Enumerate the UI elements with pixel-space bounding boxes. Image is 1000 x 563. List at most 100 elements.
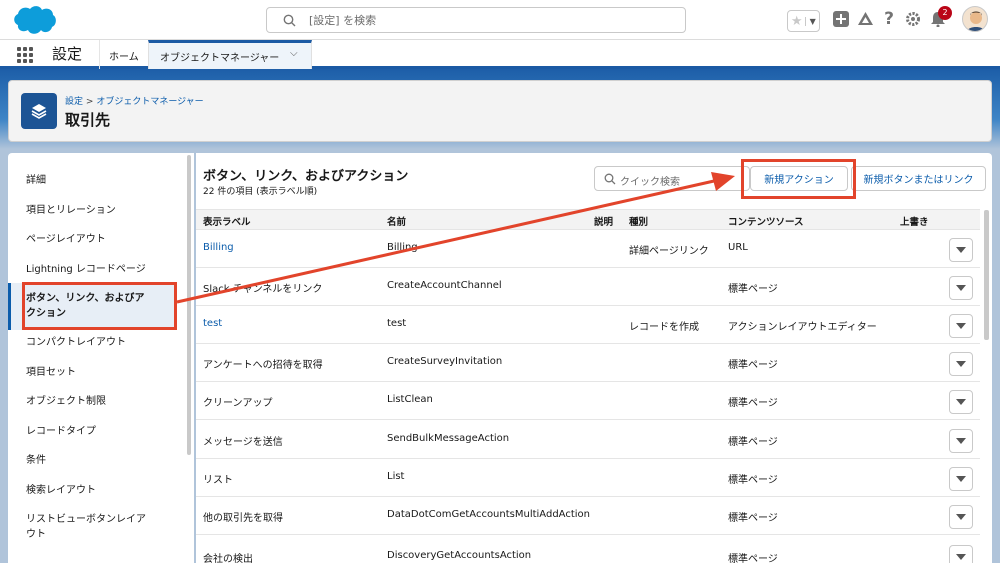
chevron-down-icon: [956, 476, 966, 482]
row-actions-menu-button[interactable]: [949, 314, 973, 338]
global-actions-add-icon[interactable]: [832, 10, 850, 28]
row-label: メッセージを送信: [203, 437, 283, 448]
column-header-override[interactable]: 上書き: [900, 214, 929, 228]
row-label: 他の取引先を取得: [203, 513, 283, 524]
row-content-source: URL: [728, 242, 748, 253]
sidebar-item-record-types[interactable]: レコードタイプ: [26, 424, 96, 439]
chevron-down-icon: [956, 323, 966, 329]
chevron-down-icon[interactable]: ▼: [805, 16, 819, 26]
row-actions-menu-button[interactable]: [949, 505, 973, 529]
search-icon: [604, 173, 616, 185]
table-row: 会社の検出 DiscoveryGetAccountsAction 標準ページ: [196, 535, 980, 563]
row-actions-menu-button[interactable]: [949, 545, 973, 563]
chevron-down-icon: [956, 399, 966, 405]
global-header: [設定] を検索 ★ ▼ ? 2: [0, 0, 1000, 40]
table-scrollbar[interactable]: [984, 210, 989, 340]
section-title: ボタン、リンク、およびアクション: [203, 169, 409, 184]
row-actions-menu-button[interactable]: [949, 467, 973, 491]
row-api-name: Billing: [387, 242, 418, 253]
highlight-sidebar-buttons-links-actions: [22, 282, 177, 330]
breadcrumb: 設定 > オブジェクトマネージャー: [65, 94, 204, 107]
row-api-name: DiscoveryGetAccountsAction: [387, 550, 532, 561]
chevron-down-icon: [956, 514, 966, 520]
table-row: Slack チャンネルをリンク CreateAccountChannel 標準ペ…: [196, 268, 980, 306]
table-row: Billing Billing 詳細ページリンク URL: [196, 230, 980, 268]
layers-icon: [21, 93, 57, 129]
chevron-down-icon: [956, 438, 966, 444]
row-content-source: 標準ページ: [728, 513, 778, 524]
sidebar-item-list-view-button-layout[interactable]: リストビューボタンレイア ウト: [26, 512, 166, 542]
row-label: リスト: [203, 475, 233, 486]
tab-home[interactable]: ホーム: [109, 48, 139, 63]
sidebar-item-search-layouts[interactable]: 検索レイアウト: [26, 483, 96, 498]
global-search-input[interactable]: [設定] を検索: [266, 7, 686, 33]
row-content-source: 標準ページ: [728, 284, 778, 295]
sidebar-item-fields-relationships[interactable]: 項目とリレーション: [26, 203, 116, 218]
table-row: クリーンアップ ListClean 標準ページ: [196, 382, 980, 420]
object-header: 設定 > オブジェクトマネージャー 取引先: [8, 80, 992, 142]
table-row: 他の取引先を取得 DataDotComGetAccountsMultiAddAc…: [196, 497, 980, 535]
sidebar-item-object-limits[interactable]: オブジェクト制限: [26, 394, 106, 409]
row-actions-menu-button[interactable]: [949, 429, 973, 453]
breadcrumb-separator: >: [85, 97, 94, 107]
column-header-label[interactable]: 表示ラベル: [203, 214, 251, 228]
trailhead-icon[interactable]: [856, 10, 874, 28]
row-api-name: DataDotComGetAccountsMultiAddAction: [387, 509, 590, 520]
row-api-name: List: [387, 471, 405, 482]
sidebar-item-conditions[interactable]: 条件: [26, 453, 46, 468]
search-icon: [283, 14, 296, 27]
row-actions-menu-button[interactable]: [949, 352, 973, 376]
column-header-type[interactable]: 種別: [629, 214, 648, 228]
salesforce-logo-icon[interactable]: [11, 5, 57, 35]
sidebar-item-label: リストビューボタンレイア: [26, 514, 146, 525]
row-label: アンケートへの招待を取得: [203, 360, 323, 371]
row-actions-menu-button[interactable]: [949, 390, 973, 414]
row-label: クリーンアップ: [203, 398, 273, 409]
chevron-down-icon[interactable]: ⌵: [290, 48, 298, 59]
sidebar-item-lightning-record-pages[interactable]: Lightning レコードページ: [26, 262, 146, 277]
search-placeholder: [設定] を検索: [309, 14, 377, 27]
sidebar-item-label: ウト: [26, 529, 46, 540]
row-content-source: 標準ページ: [728, 554, 778, 563]
sidebar-scrollbar[interactable]: [187, 155, 191, 455]
table-header: 表示ラベル 名前 説明 種別 コンテンツソース 上書き: [196, 209, 980, 230]
sidebar-item-page-layouts[interactable]: ページレイアウト: [26, 232, 106, 247]
breadcrumb-object-manager-link[interactable]: オブジェクトマネージャー: [96, 97, 203, 107]
sidebar-item-compact-layouts[interactable]: コンパクトレイアウト: [26, 335, 126, 350]
row-actions-menu-button[interactable]: [949, 276, 973, 300]
gear-icon[interactable]: [904, 10, 922, 28]
row-label: Slack チャンネルをリンク: [203, 284, 323, 295]
sidebar-item-field-sets[interactable]: 項目セット: [26, 365, 76, 380]
row-api-name: test: [387, 318, 407, 329]
app-name: 設定: [52, 45, 83, 63]
chevron-down-icon: [956, 247, 966, 253]
row-actions-menu-button[interactable]: [949, 238, 973, 262]
star-icon: ★: [790, 13, 803, 29]
row-label: 会社の検出: [203, 554, 253, 563]
quick-search-input[interactable]: クイック検索: [594, 166, 750, 191]
quick-search-placeholder: クイック検索: [620, 177, 680, 188]
column-header-name[interactable]: 名前: [387, 214, 406, 228]
help-icon[interactable]: ?: [880, 9, 898, 29]
column-header-content-source[interactable]: コンテンツソース: [728, 214, 804, 228]
table-row: test test レコードを作成 アクションレイアウトエディター: [196, 306, 980, 344]
row-api-name: CreateSurveyInvitation: [387, 356, 503, 367]
tab-object-manager[interactable]: オブジェクトマネージャー ⌵: [148, 40, 312, 69]
favorites-button[interactable]: ★ ▼: [787, 10, 820, 32]
new-button-or-link-button[interactable]: 新規ボタンまたはリンク: [851, 166, 986, 191]
row-type: レコードを作成: [629, 322, 699, 333]
row-content-source: 標準ページ: [728, 475, 778, 486]
table-row: アンケートへの招待を取得 CreateSurveyInvitation 標準ペー…: [196, 344, 980, 382]
chevron-down-icon: [956, 285, 966, 291]
row-api-name: SendBulkMessageAction: [387, 433, 510, 444]
row-label-link[interactable]: test: [203, 318, 222, 329]
sidebar-item-details[interactable]: 詳細: [26, 173, 46, 188]
column-header-description[interactable]: 説明: [594, 214, 613, 228]
app-launcher-icon[interactable]: [17, 47, 33, 63]
table-row: メッセージを送信 SendBulkMessageAction 標準ページ: [196, 421, 980, 459]
row-label-link[interactable]: Billing: [203, 242, 234, 253]
breadcrumb-setup-link[interactable]: 設定: [65, 97, 83, 107]
row-content-source: 標準ページ: [728, 437, 778, 448]
user-avatar[interactable]: [962, 6, 988, 32]
row-content-source: アクションレイアウトエディター: [728, 322, 877, 333]
